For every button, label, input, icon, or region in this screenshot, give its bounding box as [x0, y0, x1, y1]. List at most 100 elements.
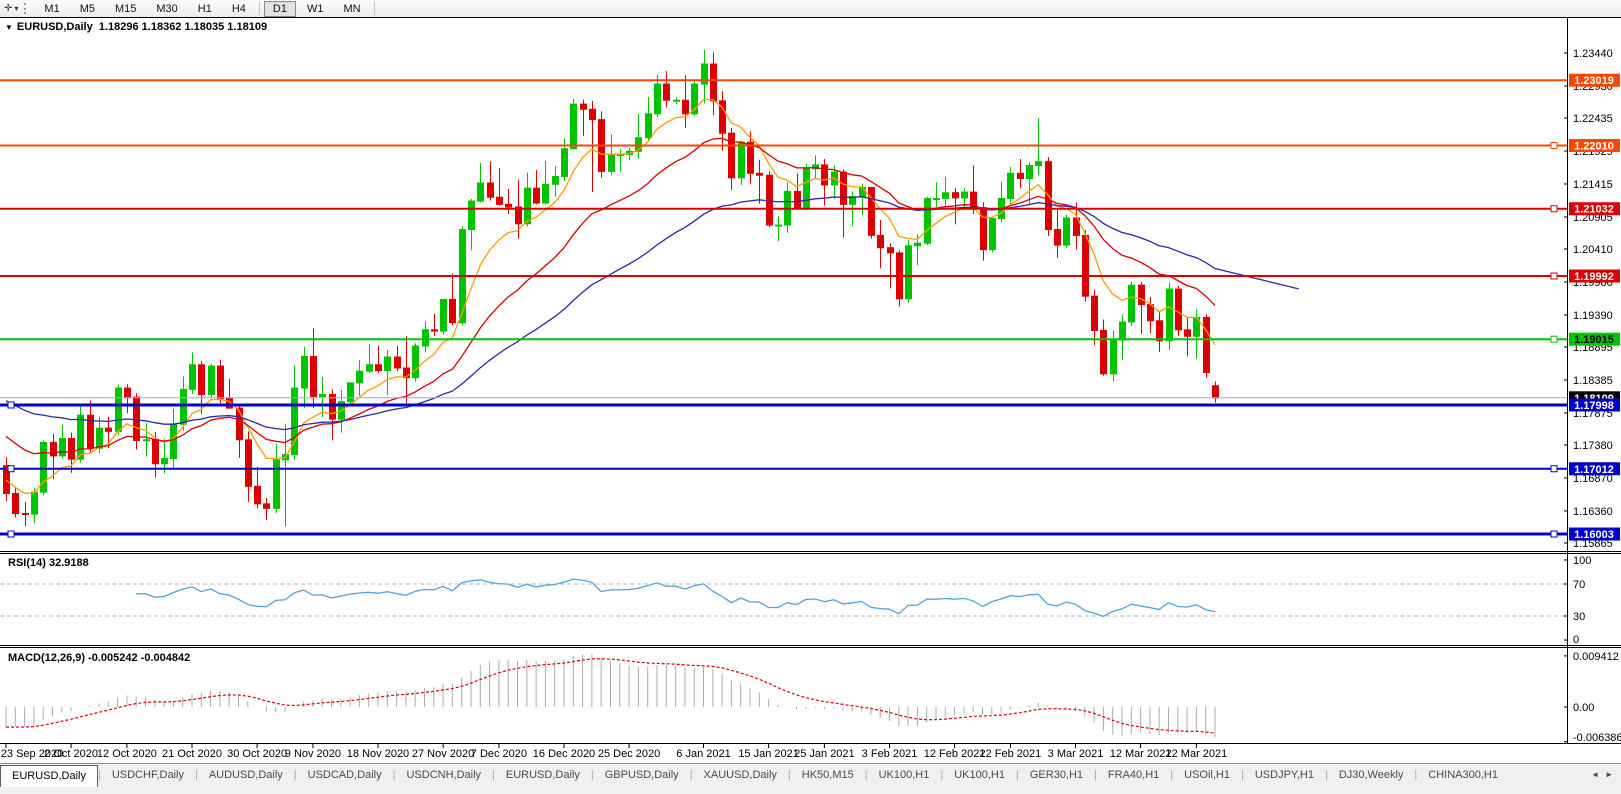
price-axis-label: 1.17380	[1573, 440, 1613, 452]
timeframe-button-W1[interactable]: W1	[298, 1, 333, 17]
price-tag-1.16003[interactable]: 1.16003	[1569, 528, 1620, 542]
tab-scroll-right-icon[interactable]: ►	[1605, 770, 1613, 779]
date-axis-label: 15 Jan 2021	[738, 748, 799, 760]
date-axis-label: 18 Nov 2020	[347, 748, 409, 760]
hline-marker[interactable]	[1551, 466, 1557, 472]
price-axis-label: 1.20410	[1573, 244, 1613, 256]
timeframe-button-M5[interactable]: M5	[71, 1, 104, 17]
macd-axis-label: -0.006386	[1573, 732, 1621, 744]
svg-text:1.19015: 1.19015	[1574, 334, 1614, 346]
candlestick-series[interactable]	[4, 50, 1219, 527]
chart-tab-XAUUSD-Daily[interactable]: XAUUSD,Daily	[693, 766, 788, 785]
date-axis-label: 21 Oct 2020	[162, 748, 222, 760]
price-tag-1.23019[interactable]: 1.23019	[1569, 74, 1620, 88]
hline-1.19015[interactable]	[0, 336, 1567, 342]
title-marker-icon[interactable]: ▼	[5, 23, 13, 32]
chart-tab-UK100-H1[interactable]: UK100,H1	[868, 766, 941, 785]
ohlc-values: 1.18296 1.18362 1.18035 1.18109	[99, 21, 267, 33]
price-axis-label: 1.19390	[1573, 310, 1613, 322]
hline-1.19992[interactable]	[0, 273, 1567, 279]
tab-scroll-left-icon[interactable]: ◄	[1591, 770, 1599, 779]
date-axis-label: 16 Dec 2020	[533, 748, 595, 760]
timeframe-buttons: M1M5M15M30H1H4 D1W1MN	[34, 1, 377, 17]
price-tag-1.19015[interactable]: 1.19015	[1569, 333, 1620, 347]
chart-tab-GBPUSD-Daily[interactable]: GBPUSD,Daily	[594, 766, 690, 785]
chart-tab-EURUSD-Daily[interactable]: EURUSD,Daily	[0, 765, 98, 787]
rsi-axis-label: 30	[1573, 611, 1585, 623]
date-axis-label: 22 Feb 2021	[980, 748, 1042, 760]
rsi-indicator-label: RSI(14) 32.9188	[8, 557, 89, 569]
macd-indicator-label: MACD(12,26,9) -0.005242 -0.004842	[8, 652, 190, 664]
chart-tab-DJ30-Weekly[interactable]: DJ30,Weekly	[1328, 766, 1415, 785]
hline-marker[interactable]	[8, 466, 14, 472]
chart-tab-USDCAD-Daily[interactable]: USDCAD,Daily	[297, 766, 393, 785]
svg-text:1.16003: 1.16003	[1574, 529, 1614, 541]
price-tag-1.22010[interactable]: 1.22010	[1569, 139, 1620, 153]
hline-1.17012[interactable]	[0, 466, 1567, 472]
date-axis-label: 6 Jan 2021	[676, 748, 730, 760]
date-axis-label: 3 Mar 2021	[1048, 748, 1104, 760]
date-axis-label: 12 Feb 2021	[924, 748, 986, 760]
timeframe-button-M1[interactable]: M1	[35, 1, 68, 17]
chart-tab-USOil-H1[interactable]: USOil,H1	[1173, 766, 1241, 785]
chart-tab-USDCNH-Daily[interactable]: USDCNH,Daily	[395, 766, 492, 785]
cursor-tool-icon[interactable]: ✛	[0, 3, 14, 14]
hline-marker[interactable]	[1551, 336, 1557, 342]
hline-1.22010[interactable]	[0, 142, 1567, 148]
rsi-axis-label: 0	[1573, 634, 1579, 646]
price-tag-1.17012[interactable]: 1.17012	[1569, 462, 1620, 476]
chart-tab-UK100-H1[interactable]: UK100,H1	[943, 766, 1016, 785]
svg-text:1.23019: 1.23019	[1574, 75, 1614, 87]
date-axis-label: 25 Dec 2020	[598, 748, 660, 760]
hline-marker[interactable]	[1551, 142, 1557, 148]
svg-text:1.21032: 1.21032	[1574, 204, 1614, 216]
rsi-axis-label: 70	[1573, 579, 1585, 591]
price-tag-1.19992[interactable]: 1.19992	[1569, 270, 1620, 284]
timeframe-button-D1[interactable]: D1	[264, 1, 296, 17]
timeframe-button-M30[interactable]: M30	[147, 1, 186, 17]
date-axis-label: 9 Nov 2020	[285, 748, 341, 760]
chart-tab-CHINA300-H1[interactable]: CHINA300,H1	[1417, 766, 1509, 785]
chart-tab-USDCHF-Daily[interactable]: USDCHF,Daily	[101, 766, 195, 785]
hline-marker[interactable]	[1551, 206, 1557, 212]
date-axis-label: 12 Mar 2021	[1110, 748, 1172, 760]
chart-tabs-bar: EURUSD,Daily|USDCHF,Daily|AUDUSD,Daily|U…	[0, 763, 1621, 794]
price-axis-label: 1.22435	[1573, 113, 1613, 125]
svg-text:1.19992: 1.19992	[1574, 271, 1614, 283]
hline-1.21032[interactable]	[0, 206, 1567, 212]
date-axis-label: 7 Dec 2020	[471, 748, 527, 760]
price-tag-1.17998[interactable]: 1.17998	[1569, 398, 1620, 412]
macd-histogram[interactable]	[6, 654, 1215, 738]
timeframe-button-H1[interactable]: H1	[189, 1, 221, 17]
dropdown-caret-icon[interactable]: ▾	[14, 4, 22, 13]
timeframe-button-H4[interactable]: H4	[223, 1, 255, 17]
chart-tab-AUDUSD-Daily[interactable]: AUDUSD,Daily	[198, 766, 294, 785]
hline-marker[interactable]	[1551, 273, 1557, 279]
price-tag-1.21032[interactable]: 1.21032	[1569, 202, 1620, 216]
chart-tab-FRA40-H1[interactable]: FRA40,H1	[1097, 766, 1170, 785]
rsi-line[interactable]	[136, 579, 1215, 616]
chart-tab-HK50-M15[interactable]: HK50,M15	[791, 766, 865, 785]
rsi-axis-label: 100	[1573, 555, 1591, 567]
chart-tab-GER30-H1[interactable]: GER30,H1	[1019, 766, 1094, 785]
chart-tab-USDJPY-H1[interactable]: USDJPY,H1	[1244, 766, 1325, 785]
hline-marker[interactable]	[1551, 531, 1557, 537]
toolbar-grip	[24, 3, 29, 14]
hline-marker[interactable]	[8, 531, 14, 537]
toolbar-separator	[259, 2, 260, 15]
timeframe-button-MN[interactable]: MN	[334, 1, 369, 17]
hline-marker[interactable]	[8, 402, 14, 408]
chart-title: ▼ EURUSD,Daily 1.18296 1.18362 1.18035 1.…	[5, 21, 267, 33]
symbol-title: EURUSD,Daily	[17, 21, 93, 33]
timeframe-toolbar: ✛ ▾ M1M5M15M30H1H4 D1W1MN	[0, 0, 1621, 18]
tab-scroll-arrows: ◄ ►	[1587, 764, 1621, 779]
macd-axis-label: 0.009412	[1573, 651, 1619, 663]
hline-1.16003[interactable]	[0, 531, 1567, 537]
chart-canvas[interactable]: 1.234401.229301.224351.219251.214151.209…	[0, 17, 1621, 763]
toolbar-separator	[374, 2, 375, 15]
date-axis-label: 22 Mar 2021	[1166, 748, 1228, 760]
svg-text:1.17012: 1.17012	[1574, 464, 1614, 476]
chart-tab-EURUSD-Daily[interactable]: EURUSD,Daily	[495, 766, 591, 785]
timeframe-button-M15[interactable]: M15	[106, 1, 145, 17]
svg-text:1.17998: 1.17998	[1574, 400, 1614, 412]
